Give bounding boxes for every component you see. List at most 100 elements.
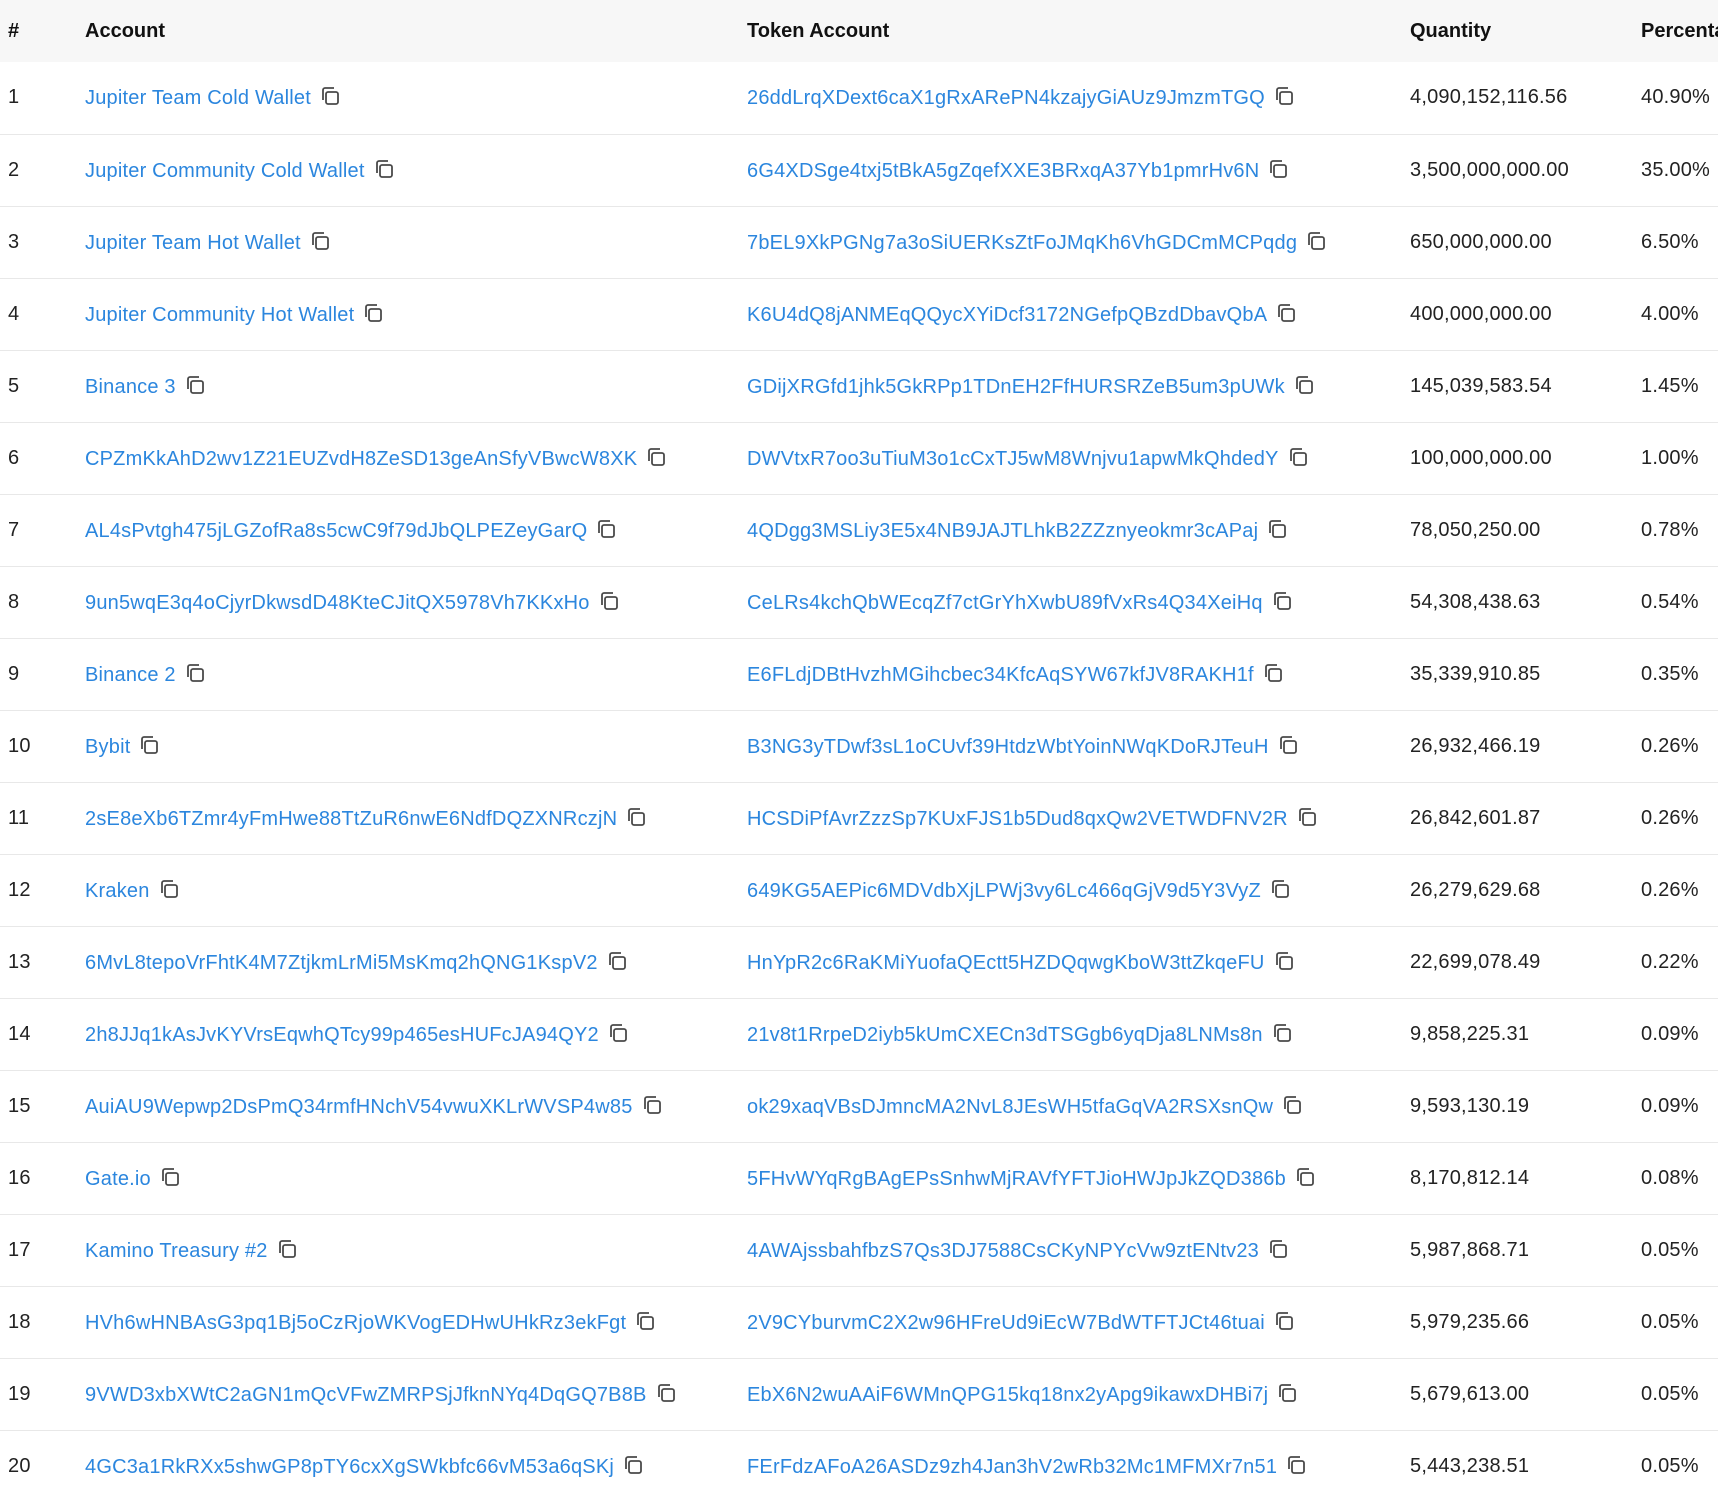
copy-icon[interactable] (634, 1310, 656, 1332)
account-link[interactable]: Kamino Treasury #2 (85, 1240, 268, 1262)
percentage-cell: 4.00% (1633, 278, 1718, 350)
copy-icon[interactable] (159, 1166, 181, 1188)
copy-icon[interactable] (184, 662, 206, 684)
token-account-link[interactable]: 4QDgg3MSLiy3E5x4NB9JAJTLhkB2ZZznyeokmr3c… (747, 520, 1258, 542)
token-account-link[interactable]: 21v8t1RrpeD2iyb5kUmCXECn3dTSGgb6yqDja8LN… (747, 1024, 1263, 1046)
copy-icon[interactable] (1294, 1166, 1316, 1188)
percentage-value: 1.00% (1641, 446, 1699, 469)
token-account-link[interactable]: 649KG5AEPic6MDVdbXjLPWj3vy6Lc466qGjV9d5Y… (747, 880, 1261, 902)
token-account-link[interactable]: FErFdzAFoA26ASDz9zh4Jan3hV2wRb32Mc1MFMXr… (747, 1456, 1277, 1478)
account-link[interactable]: Jupiter Community Hot Wallet (85, 304, 354, 326)
copy-icon[interactable] (1273, 85, 1295, 107)
account-link[interactable]: Jupiter Team Hot Wallet (85, 232, 301, 254)
token-account-link[interactable]: HnYpR2c6RaKMiYuofaQEctt5HZDQqwgKboW3ttZk… (747, 952, 1265, 974)
account-link[interactable]: Kraken (85, 880, 150, 902)
token-account-link[interactable]: 6G4XDSge4txj5tBkA5gZqefXXE3BRxqA37Yb1pmr… (747, 160, 1259, 182)
token-account-link[interactable]: E6FLdjDBtHvzhMGihcbec34KfcAqSYW67kfJV8RA… (747, 664, 1254, 686)
copy-icon[interactable] (276, 1238, 298, 1260)
quantity-cell: 9,593,130.19 (1402, 1070, 1633, 1142)
table-row: 8 9un5wqE3q4oCjyrDkwsdD48KteCJitQX5978Vh… (0, 566, 1718, 638)
token-account-link[interactable]: 26ddLrqXDext6caX1gRxARePN4kzajyGiAUz9Jmz… (747, 87, 1265, 109)
copy-icon[interactable] (138, 734, 160, 756)
token-account-link[interactable]: 4AWAjssbahfbzS7Qs3DJ7588CsCKyNPYcVw9ztEN… (747, 1240, 1259, 1262)
account-link[interactable]: 2h8JJq1kAsJvKYVrsEqwhQTcy99p465esHUFcJA9… (85, 1024, 599, 1046)
account-cell: Jupiter Community Hot Wallet (77, 278, 739, 350)
copy-icon[interactable] (1296, 806, 1318, 828)
copy-icon[interactable] (641, 1094, 663, 1116)
copy-icon[interactable] (1277, 734, 1299, 756)
copy-icon[interactable] (1273, 950, 1295, 972)
account-link[interactable]: 9un5wqE3q4oCjyrDkwsdD48KteCJitQX5978Vh7K… (85, 592, 590, 614)
account-link[interactable]: Jupiter Community Cold Wallet (85, 160, 365, 182)
token-account-link[interactable]: CeLRs4kchQbWEcqZf7ctGrYhXwbU89fVxRs4Q34X… (747, 592, 1263, 614)
copy-icon[interactable] (1271, 590, 1293, 612)
account-cell: 2h8JJq1kAsJvKYVrsEqwhQTcy99p465esHUFcJA9… (77, 998, 739, 1070)
account-link[interactable]: 4GC3a1RkRXx5shwGP8pTY6cxXgSWkbfc66vM53a6… (85, 1456, 614, 1478)
account-link[interactable]: Binance 3 (85, 376, 176, 398)
account-link[interactable]: AL4sPvtgh475jLGZofRa8s5cwC9f79dJbQLPEZey… (85, 520, 587, 542)
copy-icon[interactable] (1281, 1094, 1303, 1116)
copy-icon[interactable] (598, 590, 620, 612)
quantity-value: 5,987,868.71 (1410, 1238, 1530, 1261)
percentage-cell: 0.05% (1633, 1430, 1718, 1498)
account-link[interactable]: 9VWD3xbXWtC2aGN1mQcVFwZMRPSjJfknNYq4DqGQ… (85, 1384, 647, 1406)
copy-icon[interactable] (158, 878, 180, 900)
token-account-link[interactable]: GDijXRGfd1jhk5GkRPp1TDnEH2FfHURSRZeB5um3… (747, 376, 1285, 398)
token-account-link[interactable]: EbX6N2wuAAiF6WMnQPG15kq18nx2yApg9ikawxDH… (747, 1384, 1268, 1406)
table-row: 20 4GC3a1RkRXx5shwGP8pTY6cxXgSWkbfc66vM5… (0, 1430, 1718, 1498)
rank-value: 16 (8, 1166, 31, 1189)
token-account-link[interactable]: 7bEL9XkPGNg7a3oSiUERKsZtFoJMqKh6VhGDCmMC… (747, 232, 1297, 254)
copy-icon[interactable] (595, 518, 617, 540)
token-account-link[interactable]: HCSDiPfAvrZzzSp7KUxFJS1b5Dud8qxQw2VETWDF… (747, 808, 1288, 830)
copy-icon[interactable] (1275, 302, 1297, 324)
account-link[interactable]: Gate.io (85, 1168, 151, 1190)
copy-icon[interactable] (1271, 1022, 1293, 1044)
token-account-cell: EbX6N2wuAAiF6WMnQPG15kq18nx2yApg9ikawxDH… (739, 1358, 1402, 1430)
copy-icon[interactable] (607, 1022, 629, 1044)
account-link[interactable]: Jupiter Team Cold Wallet (85, 87, 311, 109)
token-account-link[interactable]: K6U4dQ8jANMEqQQycXYiDcf3172NGefpQBzdDbav… (747, 304, 1267, 326)
account-link[interactable]: HVh6wHNBAsG3pq1Bj5oCzRjoWKVogEDHwUHkRz3e… (85, 1312, 626, 1334)
account-link[interactable]: Binance 2 (85, 664, 176, 686)
token-account-link[interactable]: 2V9CYburvmC2X2w96HFreUd9iEcW7BdWTFTJCt46… (747, 1312, 1265, 1334)
copy-icon[interactable] (1267, 158, 1289, 180)
copy-icon[interactable] (1269, 878, 1291, 900)
copy-icon[interactable] (606, 950, 628, 972)
column-header-token-account: Token Account (747, 19, 890, 42)
account-link[interactable]: AuiAU9Wepwp2DsPmQ34rmfHNchV54vwuXKLrWVSP… (85, 1096, 633, 1118)
copy-icon[interactable] (1285, 1454, 1307, 1476)
quantity-value: 5,443,238.51 (1410, 1454, 1530, 1477)
table-row: 4 Jupiter Community Hot Wallet K6U4dQ8jA… (0, 278, 1718, 350)
copy-icon[interactable] (362, 302, 384, 324)
account-link[interactable]: Bybit (85, 736, 130, 758)
copy-icon[interactable] (373, 158, 395, 180)
percentage-value: 0.35% (1641, 662, 1699, 685)
copy-icon[interactable] (622, 1454, 644, 1476)
copy-icon[interactable] (1273, 1310, 1295, 1332)
copy-icon[interactable] (1276, 1382, 1298, 1404)
copy-icon[interactable] (1267, 1238, 1289, 1260)
copy-icon[interactable] (1266, 518, 1288, 540)
copy-icon[interactable] (655, 1382, 677, 1404)
copy-icon[interactable] (645, 446, 667, 468)
account-link[interactable]: 6MvL8tepoVrFhtK4M7ZtjkmLrMi5MsKmq2hQNG1K… (85, 952, 598, 974)
rank-cell: 16 (0, 1142, 77, 1214)
copy-icon[interactable] (1287, 446, 1309, 468)
copy-icon[interactable] (184, 374, 206, 396)
rank-cell: 19 (0, 1358, 77, 1430)
token-account-link[interactable]: B3NG3yTDwf3sL1oCUvf39HtdzWbtYoinNWqKDoRJ… (747, 736, 1269, 758)
account-link[interactable]: 2sE8eXb6TZmr4yFmHwe88TtZuR6nwE6NdfDQZXNR… (85, 808, 617, 830)
copy-icon[interactable] (319, 85, 341, 107)
copy-icon[interactable] (1293, 374, 1315, 396)
account-link[interactable]: CPZmKkAhD2wv1Z21EUZvdH8ZeSD13geAnSfyVBwc… (85, 448, 637, 470)
copy-icon[interactable] (1262, 662, 1284, 684)
rank-cell: 15 (0, 1070, 77, 1142)
token-account-link[interactable]: DWVtxR7oo3uTiuM3o1cCxTJ5wM8Wnjvu1apwMkQh… (747, 448, 1279, 470)
percentage-cell: 0.26% (1633, 710, 1718, 782)
token-account-link[interactable]: ok29xaqVBsDJmncMA2NvL8JEsWH5tfaGqVA2RSXs… (747, 1096, 1273, 1118)
copy-icon[interactable] (1305, 230, 1327, 252)
token-account-link[interactable]: 5FHvWYqRgBAgEPsSnhwMjRAVfYFTJioHWJpJkZQD… (747, 1168, 1286, 1190)
copy-icon[interactable] (309, 230, 331, 252)
quantity-cell: 35,339,910.85 (1402, 638, 1633, 710)
copy-icon[interactable] (625, 806, 647, 828)
